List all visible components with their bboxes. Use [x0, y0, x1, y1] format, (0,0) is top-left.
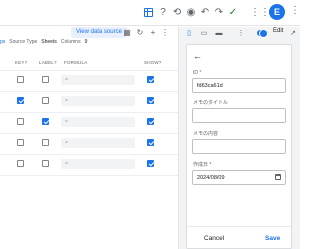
columns-panel: View data source ▦ ↻ + ⋮ ps Source Type …	[0, 27, 178, 249]
label-checkbox[interactable]	[42, 160, 49, 167]
id-label: ID *	[193, 70, 202, 76]
eye-icon[interactable]: ◉	[184, 5, 198, 19]
id-field[interactable]: fd63ca61d	[192, 78, 286, 93]
view-data-source-button[interactable]: View data source	[71, 27, 127, 38]
app-toolbar: ? ⟲ ◉ ↶ ↷ ✓ ⋮⋮ E ⋮	[0, 0, 300, 26]
save-button[interactable]: Save	[265, 235, 280, 242]
data-source-bar: View data source ▦ ↻ + ⋮	[0, 27, 178, 39]
form-footer: Cancel Save	[187, 226, 291, 248]
row-divider	[0, 175, 178, 176]
header-label: LABEL?	[39, 60, 57, 65]
phone-view-icon[interactable]: ▯	[184, 28, 194, 38]
meta-prefix: ps	[0, 39, 6, 45]
label-checkbox[interactable]	[42, 139, 49, 146]
formula-input[interactable]: =	[61, 96, 135, 106]
title-field[interactable]	[192, 108, 286, 123]
show-checkbox[interactable]	[147, 97, 154, 104]
add-icon[interactable]: +	[148, 27, 158, 38]
more-options-icon[interactable]: ⋮	[236, 28, 246, 38]
date-label: 作成日 *	[193, 162, 212, 168]
avatar[interactable]: E	[269, 4, 285, 20]
row-divider	[0, 112, 178, 113]
history-icon[interactable]: ⟲	[170, 5, 184, 19]
date-field[interactable]: 2024/08/09	[192, 170, 286, 185]
columns-count: 9	[84, 39, 88, 45]
open-external-icon[interactable]: ↗	[288, 28, 298, 38]
header-key: KEY?	[15, 60, 28, 65]
tablet-view-icon[interactable]: ▭	[199, 28, 209, 38]
regenerate-icon[interactable]: ▦	[122, 27, 132, 38]
edit-label: Edit	[273, 28, 284, 34]
more-options-icon[interactable]: ⋮	[160, 27, 170, 38]
label-checkbox[interactable]	[42, 118, 49, 125]
formula-input[interactable]: =	[61, 159, 135, 169]
more-vert-icon[interactable]: ⋮	[290, 5, 300, 16]
source-meta: ps Source Type Sheets Columns 9	[0, 39, 87, 47]
formula-input[interactable]: =	[61, 75, 135, 85]
row-divider	[0, 91, 178, 92]
header-formula: FORMULA	[64, 60, 88, 65]
cancel-button[interactable]: Cancel	[204, 235, 224, 242]
row-divider	[0, 133, 178, 134]
calendar-icon[interactable]	[275, 174, 281, 180]
edit-toggle[interactable]	[257, 29, 268, 38]
help-icon[interactable]: ?	[156, 5, 170, 19]
show-checkbox[interactable]	[147, 76, 154, 83]
key-checkbox[interactable]	[17, 118, 24, 125]
redo-icon[interactable]: ↷	[212, 5, 226, 19]
columns-label: Columns	[60, 39, 81, 45]
table-grid-icon[interactable]	[144, 8, 153, 17]
content-label: メモの内容	[193, 131, 219, 137]
formula-input[interactable]: =	[61, 138, 135, 148]
source-type-label: Source Type	[9, 39, 38, 45]
show-checkbox[interactable]	[147, 118, 154, 125]
key-checkbox[interactable]	[17, 76, 24, 83]
undo-icon[interactable]: ↶	[198, 5, 212, 19]
show-checkbox[interactable]	[147, 139, 154, 146]
row-divider	[0, 154, 178, 155]
key-checkbox[interactable]	[17, 97, 24, 104]
preview-toolbar: ▯ ▭ ▬ ⋮ Edit ↗	[179, 27, 301, 39]
back-arrow-icon[interactable]: ←	[193, 51, 202, 61]
key-checkbox[interactable]	[17, 139, 24, 146]
content-field[interactable]	[192, 139, 286, 154]
refresh-icon[interactable]: ↻	[135, 27, 145, 38]
source-type-value: Sheets	[41, 39, 57, 45]
label-checkbox[interactable]	[42, 76, 49, 83]
key-checkbox[interactable]	[17, 160, 24, 167]
show-checkbox[interactable]	[147, 160, 154, 167]
apps-icon[interactable]: ⋮⋮	[250, 5, 270, 19]
check-icon[interactable]: ✓	[226, 5, 240, 19]
header-divider	[0, 70, 178, 71]
desktop-view-icon[interactable]: ▬	[214, 28, 224, 38]
label-checkbox[interactable]	[42, 97, 49, 104]
formula-input[interactable]: =	[61, 117, 135, 127]
title-label: メモのタイトル	[193, 100, 229, 106]
preview-panel: ▯ ▭ ▬ ⋮ Edit ↗ ← ID * fd63ca61d メモのタイトル …	[178, 27, 300, 249]
form-preview: ← ID * fd63ca61d メモのタイトル メモの内容 作成日 * 202…	[186, 44, 292, 249]
header-show: SHOW?	[144, 60, 162, 65]
